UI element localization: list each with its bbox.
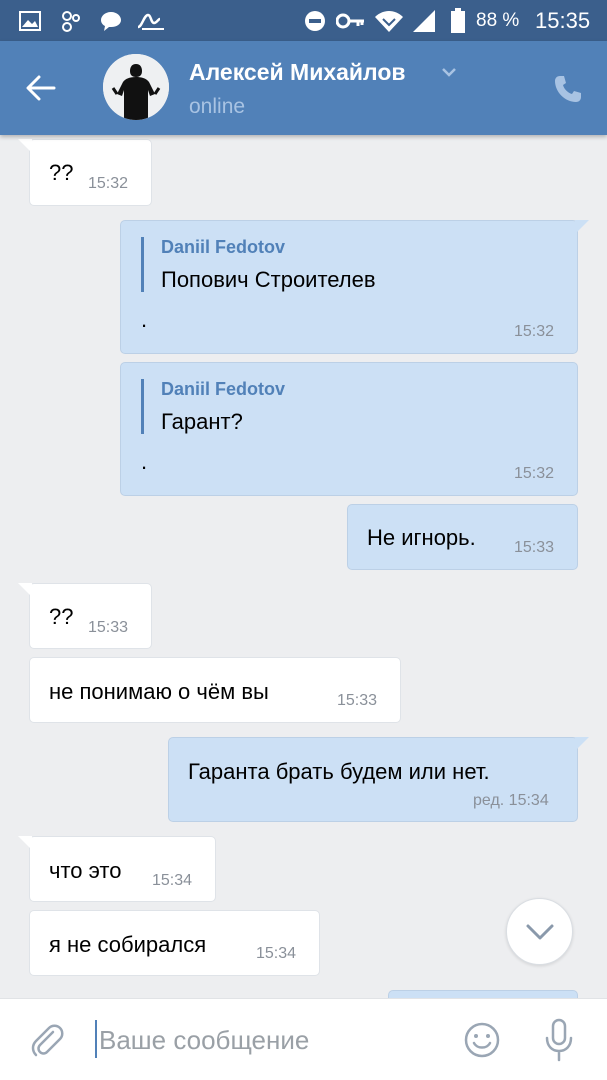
message-outgoing[interactable]: Daniil Fedotov Попович Строителев . 15:3…	[120, 220, 589, 354]
message-outgoing[interactable]: Не игнорь. 15:33	[347, 504, 578, 570]
quote-text: Попович Строителев	[161, 267, 376, 292]
message-outgoing[interactable]: Гаранта брать будем или нет. ред. 15:34	[168, 737, 589, 822]
message-time: 15:33	[514, 539, 555, 556]
message-time: 15:33	[337, 692, 378, 709]
message-incoming[interactable]: ?? 15:33	[18, 583, 152, 649]
message-time: 15:32	[514, 323, 555, 340]
chevron-down-icon[interactable]	[441, 65, 457, 83]
message-time: ред. 15:34	[473, 792, 549, 809]
message-text: что это	[49, 858, 122, 883]
message-incoming[interactable]: ?? 15:32	[18, 139, 152, 206]
message-text: .	[141, 449, 148, 474]
chevron-down-icon	[526, 924, 553, 939]
contact-name[interactable]: Алексей Михайлов	[189, 59, 406, 86]
message-text: я не собирался	[49, 932, 207, 957]
quote-bar	[141, 237, 144, 292]
message-time: 15:32	[514, 465, 555, 482]
message-time: 15:32	[88, 175, 129, 192]
message-time: 15:33	[88, 619, 129, 636]
wifi-icon	[374, 8, 404, 33]
arrow-left-icon	[26, 75, 56, 101]
quote-author: Daniil Fedotov	[161, 379, 286, 399]
paperclip-icon	[31, 1024, 64, 1057]
key-icon	[336, 8, 366, 33]
chat-bubble-icon	[98, 8, 124, 33]
message-input[interactable]	[93, 1017, 433, 1063]
phone-icon	[555, 76, 581, 102]
emoji-button[interactable]	[461, 1019, 503, 1061]
message-text: ??	[49, 604, 74, 629]
message-text: Гаранта брать будем или нет.	[188, 759, 490, 784]
message-outgoing[interactable]: Daniil Fedotov Гарант? . 15:32	[120, 362, 578, 496]
attach-button[interactable]	[26, 1019, 68, 1061]
message-text: ??	[49, 160, 74, 185]
message-incoming[interactable]: я не собирался 15:34	[29, 910, 320, 976]
message-incoming[interactable]: что это 15:34	[18, 836, 216, 902]
wave-icon	[136, 8, 166, 33]
composer	[0, 998, 607, 1080]
do-not-disturb-icon	[303, 8, 327, 33]
message-text: не понимаю о чём вы	[49, 679, 269, 704]
quote-bar	[141, 379, 144, 434]
quote-author: Daniil Fedotov	[161, 237, 286, 257]
voice-message-button[interactable]	[538, 1016, 580, 1064]
message-text: Не игнорь.	[367, 525, 476, 550]
chat-header: Алексей Михайлов online	[0, 41, 607, 135]
message-time: 15:34	[256, 945, 297, 962]
signal-icon	[410, 8, 438, 33]
message-time: 15:34	[152, 872, 193, 889]
avatar[interactable]	[103, 54, 169, 120]
people-icon	[57, 8, 85, 33]
microphone-icon	[545, 1018, 573, 1062]
status-bar: 88 % 15:35	[0, 0, 607, 41]
smiley-icon	[464, 1022, 500, 1058]
clock: 15:35	[535, 8, 591, 33]
battery-percent: 88 %	[476, 10, 520, 31]
contact-status: online	[189, 95, 246, 118]
battery-icon	[449, 7, 467, 33]
scroll-down-button[interactable]	[506, 898, 573, 965]
back-button[interactable]	[18, 65, 64, 111]
gallery-icon	[18, 8, 42, 33]
call-button[interactable]	[548, 69, 588, 109]
message-text: .	[141, 307, 148, 332]
quote-text: Гарант?	[161, 409, 243, 434]
message-incoming[interactable]: не понимаю о чём вы 15:33	[29, 657, 401, 723]
